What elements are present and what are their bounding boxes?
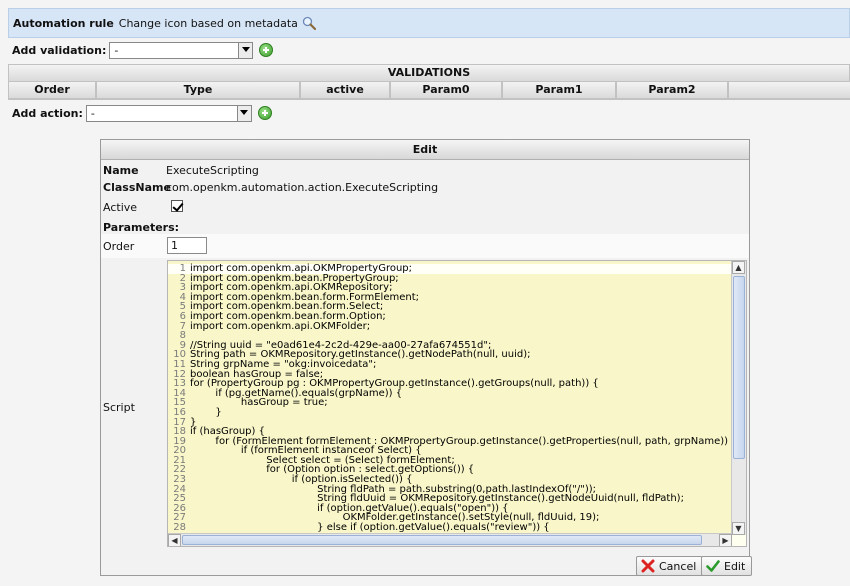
parameters-label: Parameters: — [103, 221, 180, 234]
line-number: 28 — [173, 522, 186, 534]
edit-button[interactable]: Edit — [701, 556, 753, 576]
classname-value: com.openkm.automation.action.ExecuteScri… — [166, 181, 439, 194]
line-number: 3 — [179, 282, 186, 294]
script-line[interactable]: 28 } else if (option.getValue().equals("… — [168, 523, 732, 533]
add-validation-plus-icon[interactable] — [259, 43, 274, 57]
edit-dialog-title: Edit — [101, 140, 749, 160]
script-label: Script — [103, 401, 135, 414]
add-validation-row: Add validation: - — [8, 38, 850, 62]
cancel-x-icon — [641, 559, 655, 573]
automation-rule-name: Change icon based on metadata — [118, 16, 298, 30]
validations-title: VALIDATIONS — [8, 64, 850, 82]
add-action-label: Add action: — [12, 106, 83, 120]
horizontal-scrollbar[interactable]: ◀ ▶ — [168, 533, 732, 546]
line-text: import com.openkm.api.OKMFolder; — [190, 320, 371, 332]
chevron-down-icon[interactable] — [238, 42, 253, 58]
scroll-left-icon[interactable]: ◀ — [168, 534, 181, 546]
add-validation-select[interactable]: - — [109, 41, 254, 59]
scroll-down-icon[interactable]: ▼ — [732, 522, 745, 535]
line-number: 1 — [179, 263, 186, 274]
add-validation-label: Add validation: — [12, 43, 107, 57]
column-header-type[interactable]: Type — [96, 82, 300, 99]
column-header-order[interactable]: Order — [8, 82, 96, 99]
line-number: 7 — [179, 320, 186, 332]
vertical-scrollbar-thumb[interactable] — [733, 276, 745, 459]
name-label: Name — [103, 164, 139, 177]
line-text: } else if (option.getValue().equals("rev… — [190, 522, 550, 534]
add-validation-select-value: - — [114, 43, 119, 57]
column-header-param0[interactable]: Param0 — [390, 82, 502, 99]
line-number: 8 — [179, 330, 186, 342]
validations-header: Order Type active Param0 Param1 Param2 — [8, 82, 850, 100]
edit-dialog: Edit Name ExecuteScripting ClassName com… — [100, 139, 753, 576]
order-label: Order — [103, 240, 135, 253]
name-value: ExecuteScripting — [166, 164, 259, 177]
script-line[interactable]: 7 import com.openkm.api.OKMFolder; — [168, 320, 732, 332]
active-checkbox[interactable] — [171, 200, 183, 212]
cancel-button-label: Cancel — [659, 559, 697, 573]
line-number: 5 — [179, 301, 186, 313]
active-label: Active — [103, 201, 138, 214]
column-header-param2[interactable]: Param2 — [616, 82, 728, 99]
add-action-select[interactable]: - — [85, 104, 252, 122]
scroll-right-icon[interactable]: ▶ — [719, 534, 732, 546]
script-line[interactable]: 15 hasGroup = true; — [168, 398, 732, 408]
line-number: 6 — [179, 310, 186, 322]
column-header-active[interactable]: active — [300, 82, 390, 99]
horizontal-scrollbar-thumb[interactable] — [182, 535, 702, 545]
column-header-spacer — [728, 82, 850, 99]
vertical-scrollbar[interactable]: ▲ ▼ — [731, 261, 746, 535]
edit-button-label: Edit — [724, 559, 746, 573]
add-action-plus-icon[interactable] — [257, 106, 272, 120]
chevron-down-icon[interactable] — [236, 105, 251, 121]
script-editor[interactable]: 1 import com.openkm.api.OKMPropertyGroup;… — [167, 260, 747, 547]
scroll-up-icon[interactable]: ▲ — [732, 261, 745, 274]
magnifier-icon[interactable] — [302, 16, 317, 31]
automation-rule-bar: Automation rule Change icon based on met… — [8, 8, 850, 38]
cancel-button[interactable]: Cancel — [636, 556, 704, 576]
script-line[interactable]: 16 } — [168, 408, 732, 418]
script-code-area[interactable]: 1 import com.openkm.api.OKMPropertyGroup;… — [168, 261, 732, 535]
order-input[interactable]: 1 — [167, 237, 207, 254]
add-action-select-value: - — [90, 106, 95, 120]
classname-label: ClassName — [103, 181, 171, 194]
line-number: 2 — [179, 272, 186, 284]
column-header-param1[interactable]: Param1 — [502, 82, 616, 99]
automation-rule-label: Automation rule — [13, 16, 114, 30]
checkmark-icon — [706, 559, 720, 573]
line-number: 4 — [179, 291, 186, 303]
add-action-row: Add action: - — [8, 101, 850, 125]
